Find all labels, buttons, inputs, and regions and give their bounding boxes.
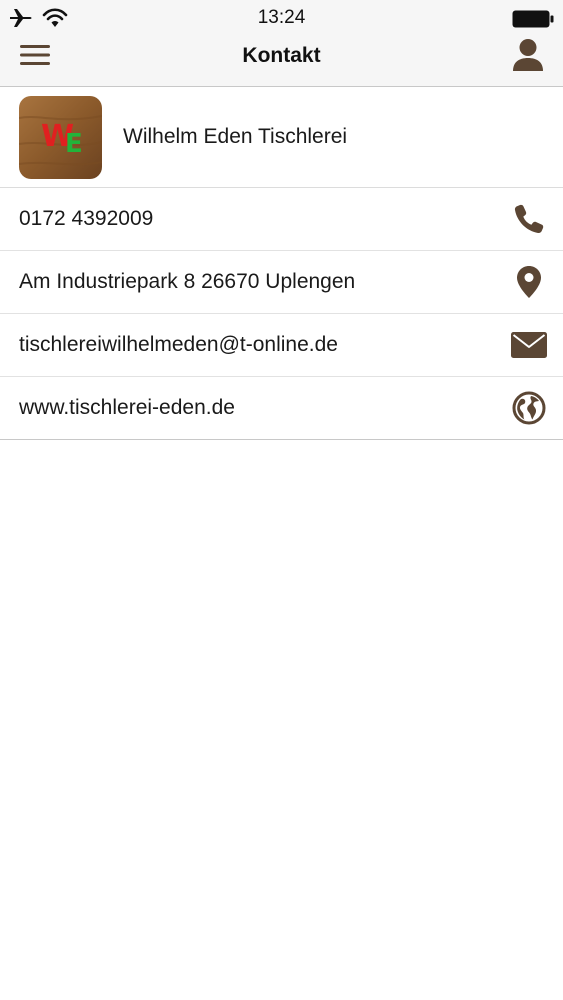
page-title: Kontakt [242, 44, 321, 67]
contact-list: W E Wilhelm Eden Tischlerei 0172 4392009… [0, 87, 563, 440]
website-url[interactable]: www.tischlerei-eden.de [19, 396, 235, 420]
navigation-bar: Kontakt [0, 36, 563, 86]
status-bar: 13:24 [0, 0, 563, 36]
address-text[interactable]: Am Industriepark 8 26670 Uplengen [19, 270, 355, 294]
company-header: W E Wilhelm Eden Tischlerei [0, 87, 563, 188]
phone-number[interactable]: 0172 4392009 [19, 207, 153, 231]
user-button[interactable] [510, 38, 546, 77]
company-logo: W E [19, 96, 102, 179]
globe-icon[interactable] [511, 391, 547, 425]
location-pin-icon[interactable] [511, 265, 547, 299]
contact-row-email[interactable]: tischlereiwilhelmeden@t-online.de [0, 314, 563, 377]
company-name: Wilhelm Eden Tischlerei [123, 125, 348, 148]
logo-letter-e: E [65, 129, 83, 159]
status-time: 13:24 [257, 7, 306, 28]
user-icon [512, 38, 544, 77]
top-bar: 13:24 Kontakt [0, 0, 563, 87]
phone-icon[interactable] [511, 202, 547, 236]
email-address[interactable]: tischlereiwilhelmeden@t-online.de [19, 333, 338, 357]
contact-row-website[interactable]: www.tischlerei-eden.de [0, 377, 563, 440]
contact-row-address[interactable]: Am Industriepark 8 26670 Uplengen [0, 251, 563, 314]
envelope-icon[interactable] [511, 328, 547, 362]
battery-icon [512, 10, 554, 33]
contact-row-phone[interactable]: 0172 4392009 [0, 188, 563, 251]
